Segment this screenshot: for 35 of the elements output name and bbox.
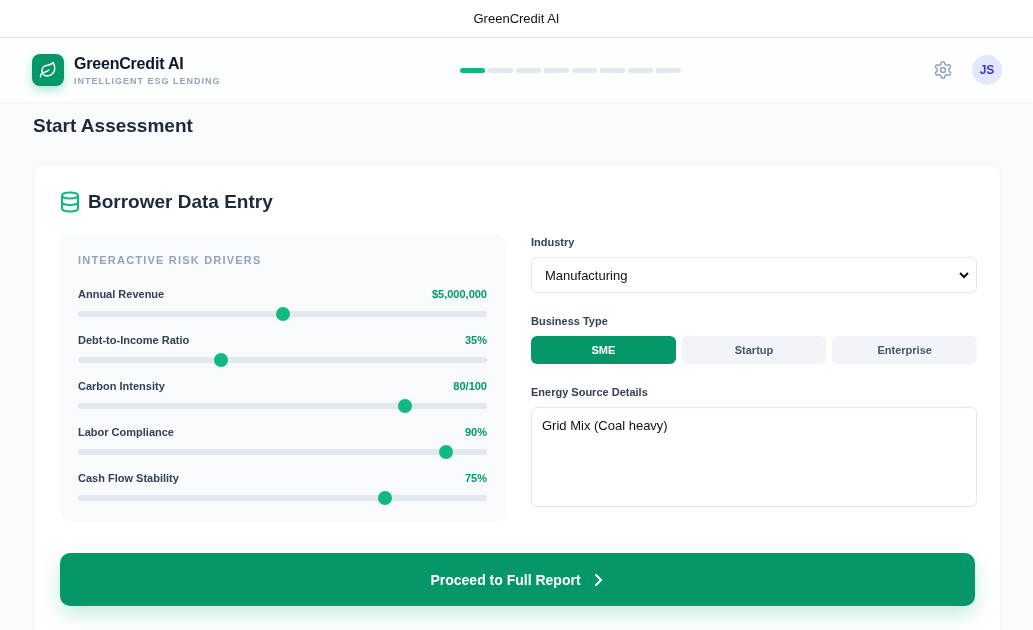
business-type-option[interactable]: SME bbox=[531, 336, 676, 364]
slider-thumb[interactable] bbox=[398, 399, 413, 413]
slider-thumb[interactable] bbox=[275, 307, 290, 321]
slider-label: Labor Compliance bbox=[78, 426, 174, 438]
app-tagline: INTELLIGENT ESG LENDING bbox=[74, 75, 221, 86]
app-name: GreenCredit AI bbox=[74, 54, 185, 73]
slider-value: 75% bbox=[464, 472, 487, 484]
industry-select[interactable]: Manufacturing bbox=[531, 257, 977, 293]
slider-thumb[interactable] bbox=[214, 353, 229, 367]
chevron-down-icon bbox=[958, 269, 970, 281]
slider-thumb[interactable] bbox=[377, 491, 392, 505]
slider-value: $5,000,000 bbox=[431, 288, 487, 300]
slider-value: 80/100 bbox=[453, 380, 487, 392]
slider-thumb[interactable] bbox=[439, 445, 454, 459]
user-avatar[interactable]: JS bbox=[972, 55, 1002, 85]
slider-label: Debt-to-Income Ratio bbox=[78, 334, 190, 346]
slider-value: 35% bbox=[464, 334, 487, 346]
page-title: Start Assessment bbox=[33, 115, 194, 137]
card-title: Borrower Data Entry bbox=[88, 191, 273, 213]
energy-source-field[interactable]: Grid Mix (Coal heavy) bbox=[531, 407, 977, 507]
slider-label: Cash Flow Stability bbox=[78, 472, 179, 484]
field-label: Industry bbox=[531, 236, 576, 248]
business-type-option[interactable]: Enterprise bbox=[832, 336, 977, 364]
slider-label: Carbon Intensity bbox=[78, 380, 165, 392]
proceed-button[interactable]: Proceed to Full Report bbox=[60, 553, 975, 606]
settings-icon[interactable] bbox=[933, 60, 953, 80]
section-heading: INTERACTIVE RISK DRIVERS bbox=[78, 254, 263, 266]
business-type-option[interactable]: Startup bbox=[681, 336, 827, 364]
field-label: Energy Source Details bbox=[531, 386, 649, 398]
field-label: Business Type bbox=[531, 315, 609, 327]
slider-label: Annual Revenue bbox=[78, 288, 165, 300]
window-title: GreenCredit AI bbox=[473, 11, 560, 26]
database-icon bbox=[60, 191, 80, 213]
slider-value: 90% bbox=[464, 426, 487, 438]
leaf-logo-icon bbox=[32, 54, 64, 86]
